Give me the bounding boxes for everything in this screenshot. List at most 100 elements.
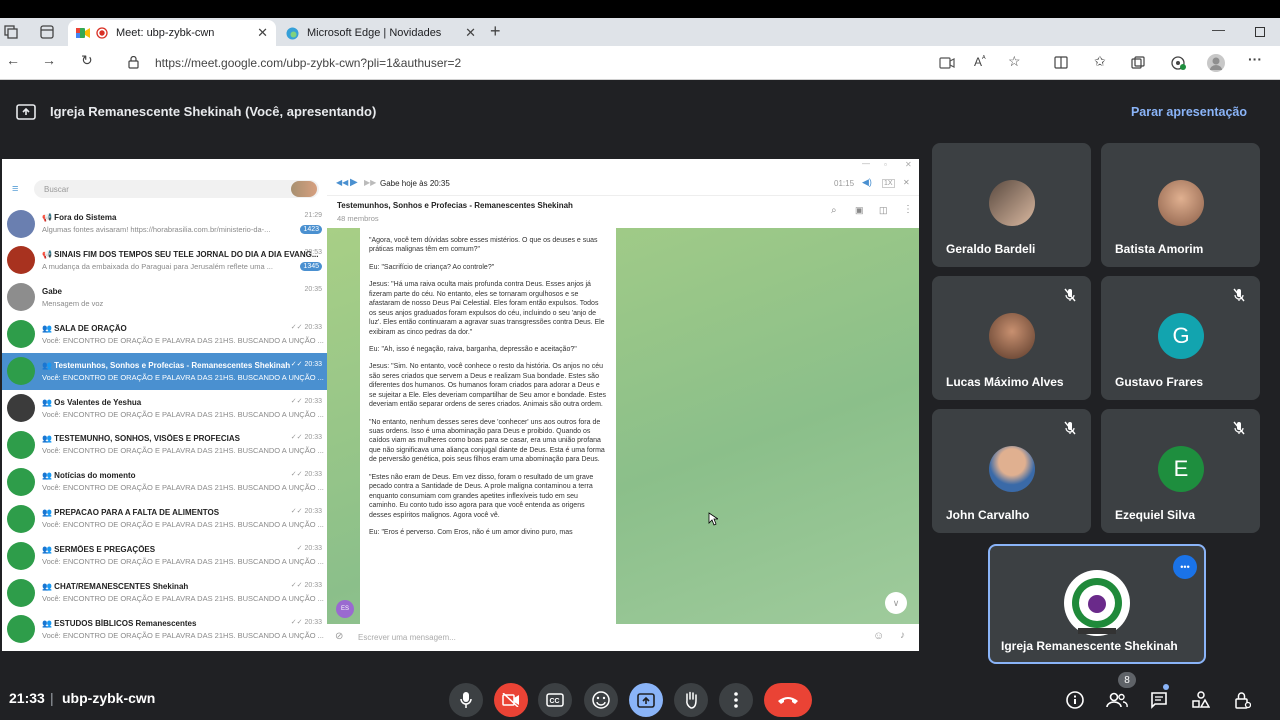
unread-badge: 1423	[300, 225, 322, 234]
sender-avatar[interactable]: ES	[336, 600, 354, 618]
chat-list-item[interactable]: 👥 TESTEMUNHO, SONHOS, VISÕES E PROFECIAS…	[2, 426, 327, 463]
window-maximize-icon[interactable]: ▫	[884, 160, 887, 169]
message-paragraph: Eu: "Ah, isso é negação, raiva, barganha…	[369, 345, 577, 353]
reactions-button[interactable]	[584, 683, 618, 717]
present-button[interactable]	[629, 683, 663, 717]
volume-icon[interactable]: ◀)	[862, 177, 872, 188]
scroll-down-button[interactable]: ∨	[885, 592, 907, 614]
participant-name: Gustavo Frares	[1115, 375, 1204, 389]
people-icon	[1106, 692, 1128, 708]
screen-top-bar	[0, 0, 1280, 18]
new-tab-button[interactable]: +	[490, 21, 501, 42]
host-controls-button[interactable]	[1231, 688, 1255, 712]
player-close-icon[interactable]: ✕	[903, 178, 910, 187]
participant-tile[interactable]: Lucas Máximo Alves	[932, 276, 1091, 400]
chat-avatar	[7, 504, 35, 533]
extension-icon[interactable]	[1170, 55, 1186, 71]
chat-time: ✓ 20:33	[296, 545, 322, 553]
profile-avatar[interactable]	[1207, 54, 1225, 72]
participant-initial-avatar: G	[1158, 313, 1204, 359]
participant-tile[interactable]: John Carvalho	[932, 409, 1091, 533]
hamburger-menu-icon[interactable]: ≡	[12, 183, 18, 195]
participant-name: Batista Amorim	[1115, 242, 1204, 256]
chat-list-item[interactable]: 👥 CHAT/REMANESCENTES Shekinah Você: ENCON…	[2, 574, 327, 611]
chat-list-item[interactable]: 👥 Os Valentes de Yeshua Você: ENCONTRO DE…	[2, 390, 327, 427]
more-options-button[interactable]	[719, 683, 753, 717]
sidebar-toggle-icon[interactable]: ◫	[879, 205, 888, 216]
chat-list-item[interactable]: Gabe Mensagem de voz 20:35	[2, 279, 327, 316]
chat-list-item[interactable]: 👥 SERMÕES E PREGAÇÕES Você: ENCONTRO DE O…	[2, 537, 327, 574]
captions-button[interactable]: CC	[538, 683, 572, 717]
forward-icon[interactable]: ▶▶	[364, 178, 376, 187]
meeting-info-button[interactable]	[1063, 688, 1087, 712]
mic-off-icon	[1064, 288, 1076, 302]
raise-hand-button[interactable]	[674, 683, 708, 717]
play-icon[interactable]: ▶	[350, 177, 358, 188]
favorites-icon[interactable]: ✩	[1094, 53, 1106, 70]
microphone-icon[interactable]: ♪	[900, 630, 905, 641]
tab-strip: Meet: ubp-zybk-cwn ✕ Microsoft Edge | No…	[0, 18, 1280, 46]
url-input[interactable]: https://meet.google.com/ubp-zybk-cwn?pli…	[155, 50, 955, 76]
participant-tile[interactable]: G Gustavo Frares	[1101, 276, 1260, 400]
chat-name: 👥 SALA DE ORAÇÃO	[42, 323, 127, 333]
workspaces-icon[interactable]	[4, 25, 18, 39]
participant-tile[interactable]: Batista Amorim	[1101, 143, 1260, 267]
more-menu-icon[interactable]: ···	[1248, 51, 1262, 67]
chat-preview: Você: ENCONTRO DE ORAÇÃO E PALAVRA DAS 2…	[42, 335, 324, 345]
participant-tile[interactable]: E Ezequiel Silva	[1101, 409, 1260, 533]
chat-list-item[interactable]: 👥 ESTUDOS BÍBLICOS Remanescentes Você: EN…	[2, 611, 327, 648]
self-name: Igreja Remanescente Shekinah	[1001, 639, 1178, 653]
chat-list-item[interactable]: 👥 Notícias do momento Você: ENCONTRO DE O…	[2, 463, 327, 500]
leave-call-button[interactable]	[764, 683, 812, 717]
emoji-icon[interactable]: ☺	[873, 630, 884, 642]
tab-edge-news[interactable]: Microsoft Edge | Novidades ✕	[278, 20, 484, 46]
chat-list-item[interactable]: 👥 PREPACAO PARA A FALTA DE ALIMENTOS Você…	[2, 500, 327, 537]
search-box[interactable]: Buscar	[34, 180, 319, 198]
chat-title[interactable]: Testemunhos, Sonhos e Profecias - Remane…	[337, 201, 573, 210]
lock-icon[interactable]	[128, 56, 139, 69]
chat-list-item[interactable]: 📢 Fora do Sistema Algumas fontes avisaram…	[2, 205, 327, 242]
stories-avatars[interactable]	[291, 181, 317, 197]
camera-permission-icon[interactable]	[939, 57, 955, 69]
minimize-icon[interactable]: —	[1212, 22, 1225, 37]
forward-icon[interactable]: →	[42, 52, 56, 68]
message-paragraph: Eu: "Sacrifício de criança? Ao controle?…	[369, 263, 495, 271]
mouse-cursor-icon	[708, 512, 718, 526]
mic-button[interactable]	[449, 683, 483, 717]
stop-presenting-button[interactable]: Parar apresentação	[1131, 105, 1247, 119]
camera-off-button[interactable]	[494, 683, 528, 717]
refresh-icon[interactable]: ↻	[81, 52, 93, 69]
rewind-icon[interactable]: ◀◀	[336, 178, 348, 187]
participant-tile[interactable]: Geraldo Bardeli	[932, 143, 1091, 267]
people-button[interactable]	[1105, 688, 1129, 712]
attach-icon[interactable]: ⊘	[335, 631, 343, 642]
chat-members: 48 membros	[337, 214, 379, 223]
tab-meet[interactable]: Meet: ubp-zybk-cwn ✕	[68, 20, 276, 46]
restore-icon[interactable]	[1255, 27, 1265, 37]
chat-list-item[interactable]: 👥 SALA DE ORAÇÃO Você: ENCONTRO DE ORAÇÃO…	[2, 316, 327, 353]
window-minimize-icon[interactable]: —	[862, 159, 870, 168]
read-aloud-icon[interactable]: Aᴬ	[974, 54, 986, 69]
playback-speed[interactable]: 1X	[882, 179, 895, 188]
chat-button[interactable]	[1147, 688, 1171, 712]
message-composer[interactable]: ⊘ Escrever uma mensagem... ☺ ♪	[327, 624, 919, 651]
chat-more-icon[interactable]: ⋮	[903, 204, 913, 215]
tab-actions-icon[interactable]	[40, 25, 54, 39]
tab-close-icon[interactable]: ✕	[465, 25, 476, 41]
self-tile[interactable]: ••• Igreja Remanescente Shekinah	[988, 544, 1206, 664]
chat-list-item[interactable]: 📢 SINAIS FIM DOS TEMPOS SEU TELE JORNAL …	[2, 242, 327, 279]
split-screen-icon[interactable]	[1054, 56, 1068, 69]
search-icon[interactable]: ⌕	[831, 205, 837, 216]
url-text: https://meet.google.com/ubp-zybk-cwn?pli…	[155, 56, 462, 70]
message-bubble: "Agora, você tem dúvidas sobre esses mis…	[360, 228, 616, 624]
chat-avatar	[7, 209, 35, 238]
comments-icon[interactable]: ▣	[855, 205, 864, 216]
collections-icon[interactable]	[1131, 56, 1145, 70]
chat-list-item[interactable]: 👥 Testemunhos, Sonhos e Profecias - Rema…	[2, 352, 327, 390]
chat-preview: Mensagem de voz	[42, 298, 104, 308]
tab-close-icon[interactable]: ✕	[257, 25, 268, 41]
back-icon[interactable]: ←	[6, 52, 20, 68]
favorite-star-icon[interactable]: ☆	[1008, 53, 1021, 70]
window-close-icon[interactable]: ✕	[905, 160, 912, 169]
activities-button[interactable]	[1189, 688, 1213, 712]
